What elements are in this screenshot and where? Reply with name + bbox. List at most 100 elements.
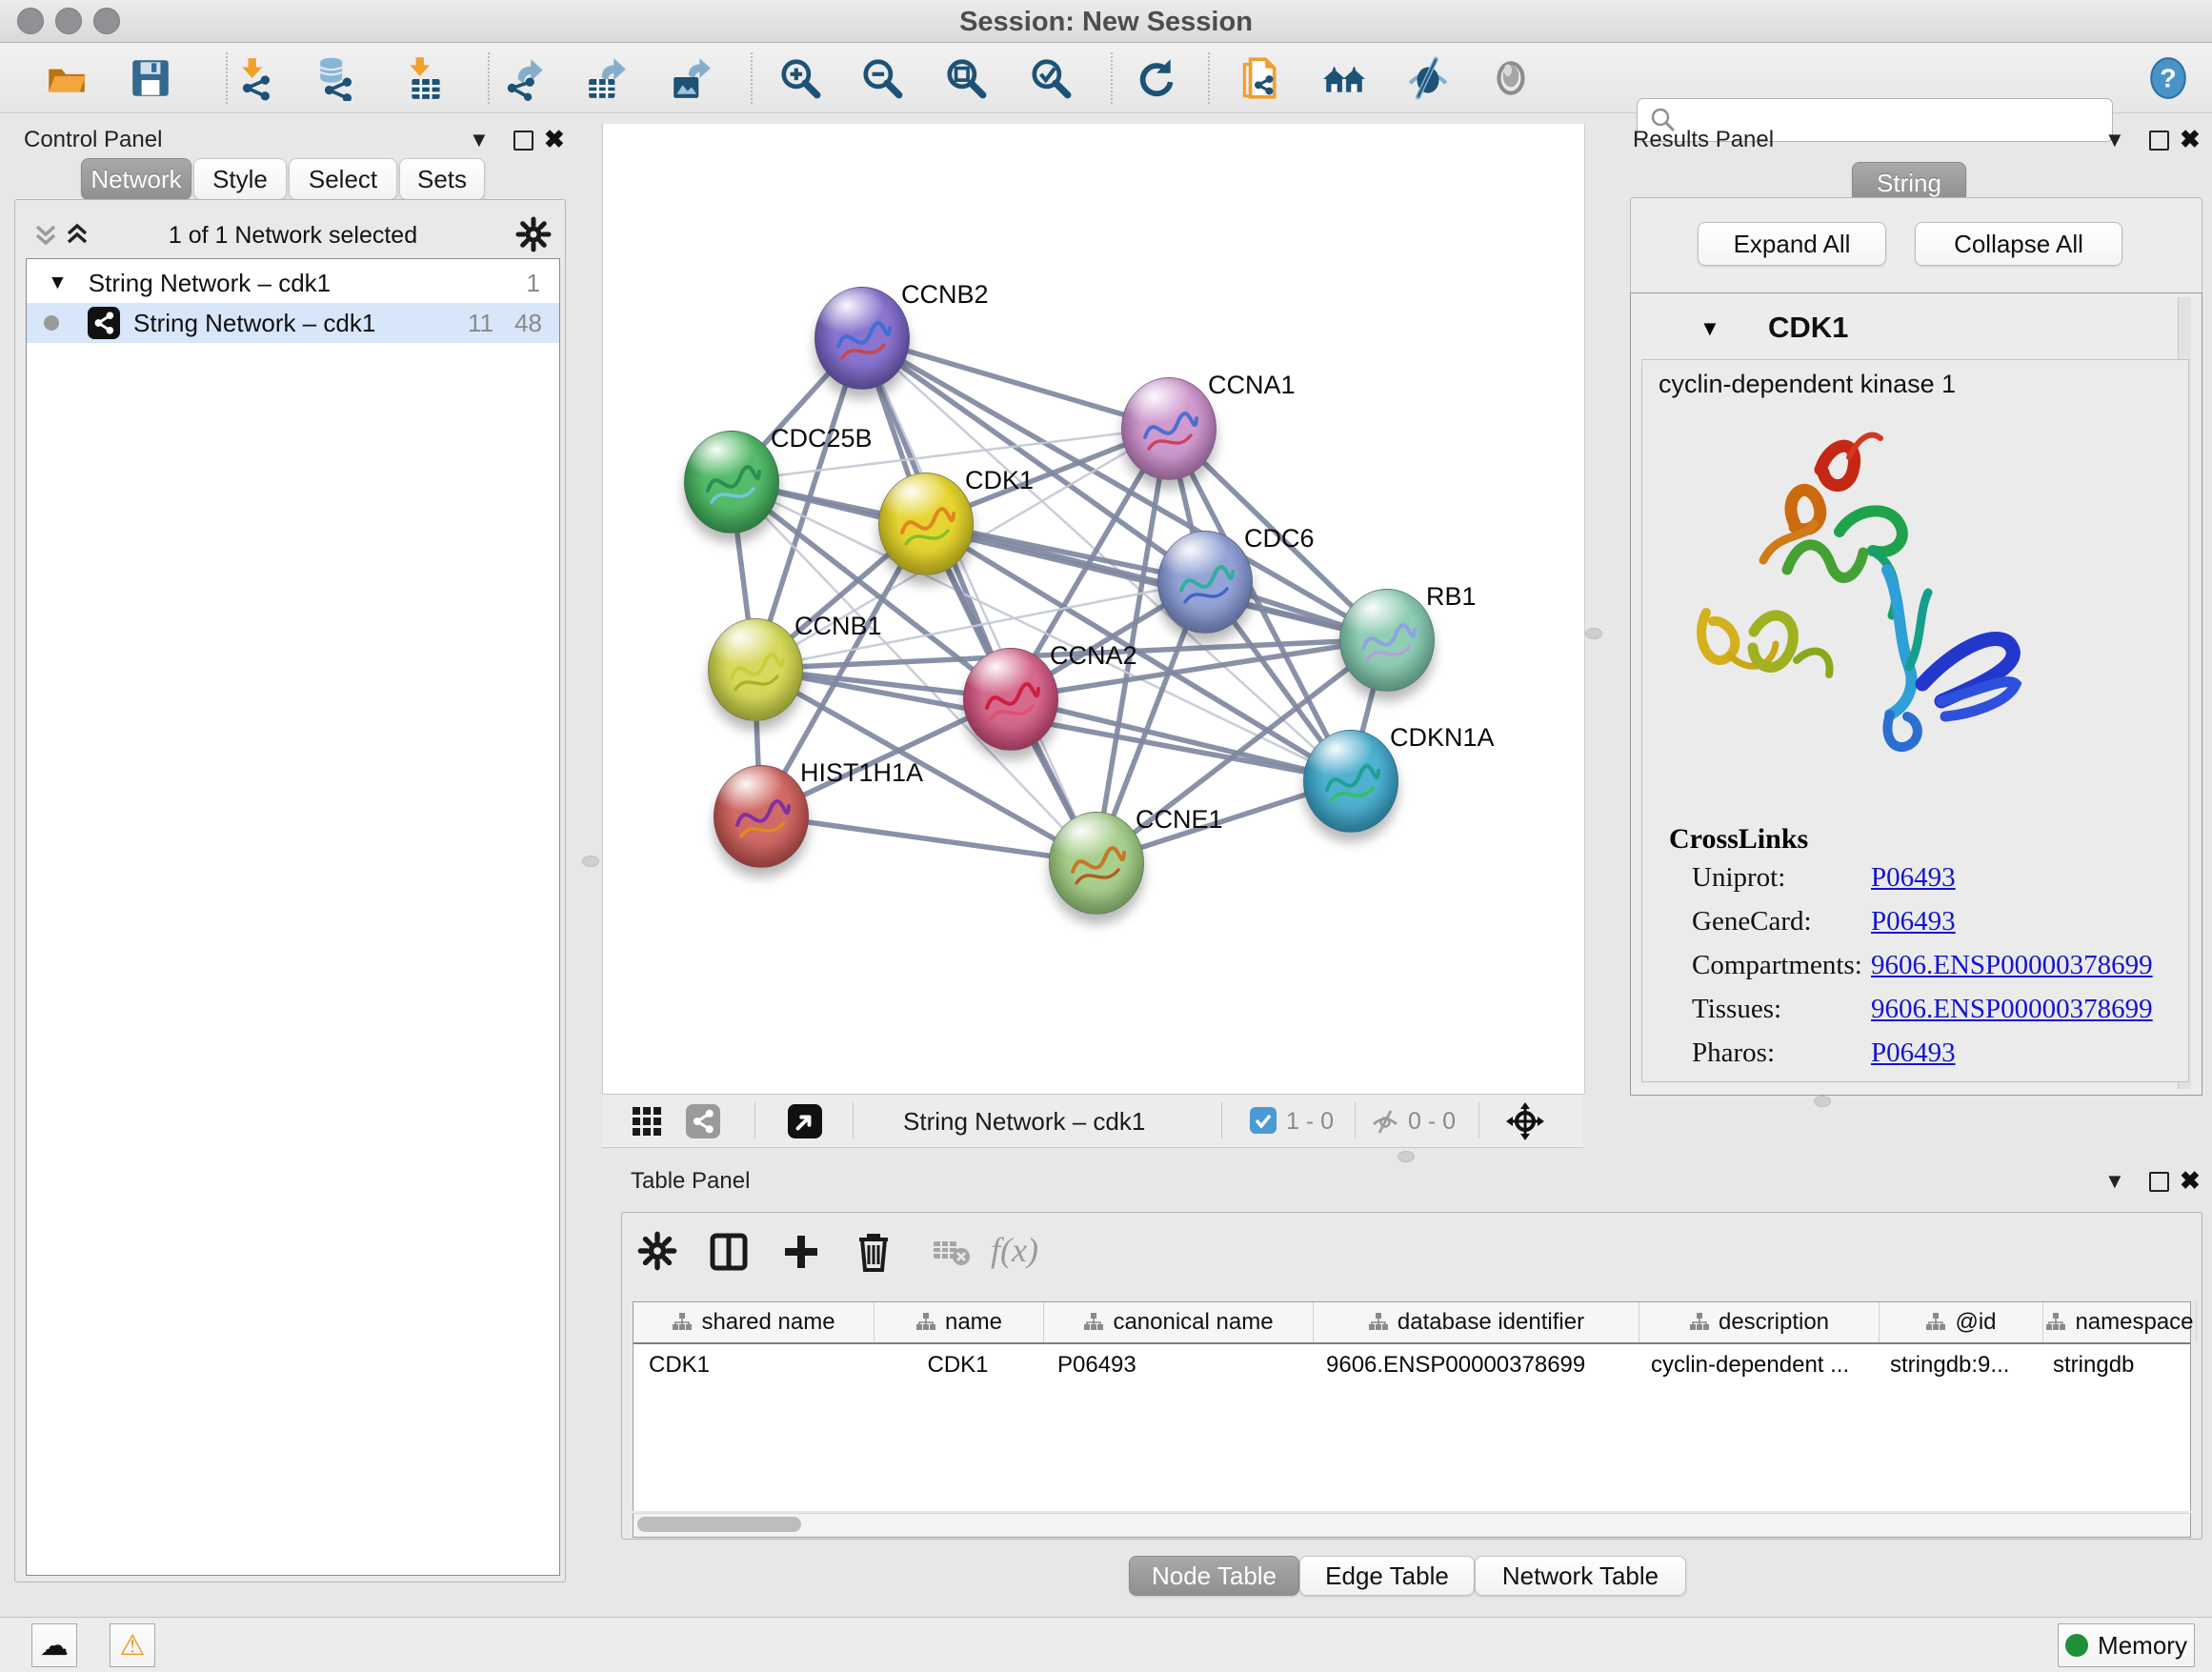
zoom-in-icon[interactable] bbox=[777, 55, 823, 101]
column-header-canonical-name[interactable]: canonical name bbox=[1044, 1302, 1314, 1342]
add-column-icon[interactable] bbox=[779, 1230, 827, 1278]
network-node[interactable] bbox=[1121, 377, 1217, 480]
table-panel-collapse-icon[interactable]: ▼ bbox=[2104, 1169, 2125, 1194]
network-collection-row[interactable]: ▼ String Network – cdk1 1 bbox=[27, 263, 559, 303]
column-header--id[interactable]: @id bbox=[1880, 1302, 2043, 1342]
network-node[interactable] bbox=[1303, 730, 1398, 833]
refresh-view-icon[interactable] bbox=[1133, 55, 1178, 101]
results-panel-close-icon[interactable]: ✖ bbox=[2180, 125, 2201, 154]
tab-edge-table[interactable]: Edge Table bbox=[1299, 1556, 1475, 1596]
network-node-count: 11 bbox=[468, 309, 493, 338]
cloud-status-button[interactable]: ☁ bbox=[31, 1623, 77, 1667]
selected-nodes-checkbox-icon[interactable] bbox=[1250, 1107, 1277, 1138]
results-panel-float-icon[interactable] bbox=[2149, 131, 2169, 151]
fit-selected-crosshair-icon[interactable] bbox=[1505, 1101, 1545, 1146]
import-table-from-file-icon[interactable] bbox=[403, 55, 449, 101]
network-selection-status: 1 of 1 Network selected bbox=[26, 222, 560, 250]
network-node[interactable] bbox=[878, 473, 974, 575]
crosslink-label: GeneCard: bbox=[1692, 906, 1812, 937]
delete-column-icon[interactable] bbox=[852, 1230, 899, 1278]
network-node[interactable] bbox=[963, 648, 1058, 751]
tab-style[interactable]: Style bbox=[193, 158, 287, 200]
collection-label: String Network – cdk1 bbox=[89, 269, 331, 298]
save-session-icon[interactable] bbox=[128, 55, 173, 101]
toggle-graphics-details-icon[interactable] bbox=[1488, 55, 1534, 101]
control-panel-float-icon[interactable] bbox=[513, 131, 533, 151]
collection-expand-icon[interactable]: ▼ bbox=[48, 272, 68, 294]
network-view-title: String Network – cdk1 bbox=[903, 1107, 1145, 1137]
network-row[interactable]: String Network – cdk1 11 48 bbox=[27, 303, 559, 343]
help-icon[interactable]: ? bbox=[2145, 55, 2191, 101]
control-panel-close-icon[interactable]: ✖ bbox=[544, 125, 565, 154]
tab-network-table[interactable]: Network Table bbox=[1475, 1556, 1686, 1596]
window-title: Session: New Session bbox=[0, 7, 2212, 38]
function-builder-icon[interactable]: f(x) bbox=[991, 1230, 1038, 1270]
expand-all-button[interactable]: Expand All bbox=[1698, 222, 1886, 266]
show-columns-icon[interactable] bbox=[707, 1230, 754, 1278]
column-header-shared-name[interactable]: shared name bbox=[633, 1302, 875, 1342]
network-node[interactable] bbox=[714, 765, 809, 868]
right-splitter-grip[interactable] bbox=[1585, 628, 1602, 639]
table-row[interactable]: CDK1CDK1P064939606.ENSP00000378699cyclin… bbox=[633, 1344, 2190, 1386]
collapse-all-button[interactable]: Collapse All bbox=[1915, 222, 2122, 266]
bottom-splitter-grip[interactable] bbox=[1398, 1151, 1415, 1162]
column-header-namespace[interactable]: namespace bbox=[2043, 1302, 2197, 1342]
column-header-name[interactable]: name bbox=[875, 1302, 1044, 1342]
export-table-icon[interactable] bbox=[584, 55, 630, 101]
crosslink-label: Pharos: bbox=[1692, 1037, 1775, 1069]
crosslink-link[interactable]: P06493 bbox=[1871, 1037, 1956, 1069]
open-network-in-string-icon[interactable] bbox=[1237, 55, 1282, 101]
protein-thumbnail bbox=[1174, 553, 1237, 612]
scrollbar-thumb[interactable] bbox=[637, 1517, 801, 1532]
tab-select[interactable]: Select bbox=[289, 158, 397, 200]
node-table[interactable]: shared namenamecanonical namedatabase id… bbox=[633, 1301, 2191, 1511]
crosslink-link[interactable]: 9606.ENSP00000378699 bbox=[1871, 950, 2153, 981]
string-style-icon[interactable] bbox=[686, 1104, 720, 1143]
table-panel-float-icon[interactable] bbox=[2149, 1172, 2169, 1192]
table-cell: CDK1 bbox=[633, 1344, 874, 1386]
network-node[interactable] bbox=[1049, 812, 1144, 915]
protein-thumbnail bbox=[1356, 611, 1418, 670]
left-splitter-grip[interactable] bbox=[582, 856, 599, 867]
crosslink-link[interactable]: P06493 bbox=[1871, 906, 1956, 937]
birds-eye-view-icon[interactable] bbox=[788, 1104, 822, 1143]
crosslink-link[interactable]: 9606.ENSP00000378699 bbox=[1871, 994, 2153, 1025]
gene-expand-icon[interactable]: ▼ bbox=[1699, 316, 1720, 341]
network-canvas[interactable]: CCNB2CCNA1CDC25BCDK1CDC6RB1CCNB1CCNA2CDK… bbox=[602, 124, 1585, 1094]
table-horizontal-scrollbar[interactable] bbox=[633, 1513, 2191, 1538]
export-image-icon[interactable] bbox=[669, 55, 714, 101]
tab-node-table[interactable]: Node Table bbox=[1129, 1556, 1299, 1596]
protein-thumbnail bbox=[831, 309, 894, 368]
memory-button[interactable]: Memory bbox=[2058, 1623, 2195, 1667]
protein-structure-image bbox=[1673, 417, 2054, 779]
export-network-icon[interactable] bbox=[502, 55, 548, 101]
hidden-eye-icon[interactable] bbox=[1370, 1106, 1400, 1141]
results-splitter-grip[interactable] bbox=[1814, 1096, 1831, 1107]
column-header-description[interactable]: description bbox=[1639, 1302, 1880, 1342]
grid-view-icon[interactable] bbox=[631, 1105, 663, 1142]
warnings-button[interactable]: ⚠ bbox=[110, 1623, 155, 1667]
table-gear-icon[interactable] bbox=[636, 1230, 684, 1278]
import-network-from-database-icon[interactable] bbox=[315, 55, 361, 101]
hide-unhide-nodes-icon[interactable] bbox=[1405, 55, 1451, 101]
results-panel-collapse-icon[interactable]: ▼ bbox=[2104, 128, 2125, 152]
delete-table-icon[interactable] bbox=[930, 1230, 977, 1278]
network-node[interactable] bbox=[814, 287, 910, 390]
crosslink-link[interactable]: P06493 bbox=[1871, 862, 1956, 894]
tab-network[interactable]: Network bbox=[81, 158, 191, 200]
network-node[interactable] bbox=[708, 618, 803, 721]
network-options-gear-icon[interactable] bbox=[514, 215, 553, 258]
control-panel-collapse-icon[interactable]: ▼ bbox=[469, 128, 490, 152]
return-to-home-icon[interactable] bbox=[1321, 55, 1367, 101]
open-session-icon[interactable] bbox=[44, 55, 90, 101]
network-node[interactable] bbox=[684, 431, 779, 534]
network-node[interactable] bbox=[1157, 531, 1253, 634]
tab-sets[interactable]: Sets bbox=[399, 158, 485, 200]
network-node[interactable] bbox=[1339, 589, 1435, 692]
column-header-database-identifier[interactable]: database identifier bbox=[1314, 1302, 1639, 1342]
table-panel-close-icon[interactable]: ✖ bbox=[2180, 1166, 2201, 1196]
zoom-out-icon[interactable] bbox=[859, 55, 905, 101]
zoom-selected-icon[interactable] bbox=[1028, 55, 1074, 101]
zoom-fit-content-icon[interactable] bbox=[943, 55, 989, 101]
import-network-from-file-icon[interactable] bbox=[235, 55, 281, 101]
